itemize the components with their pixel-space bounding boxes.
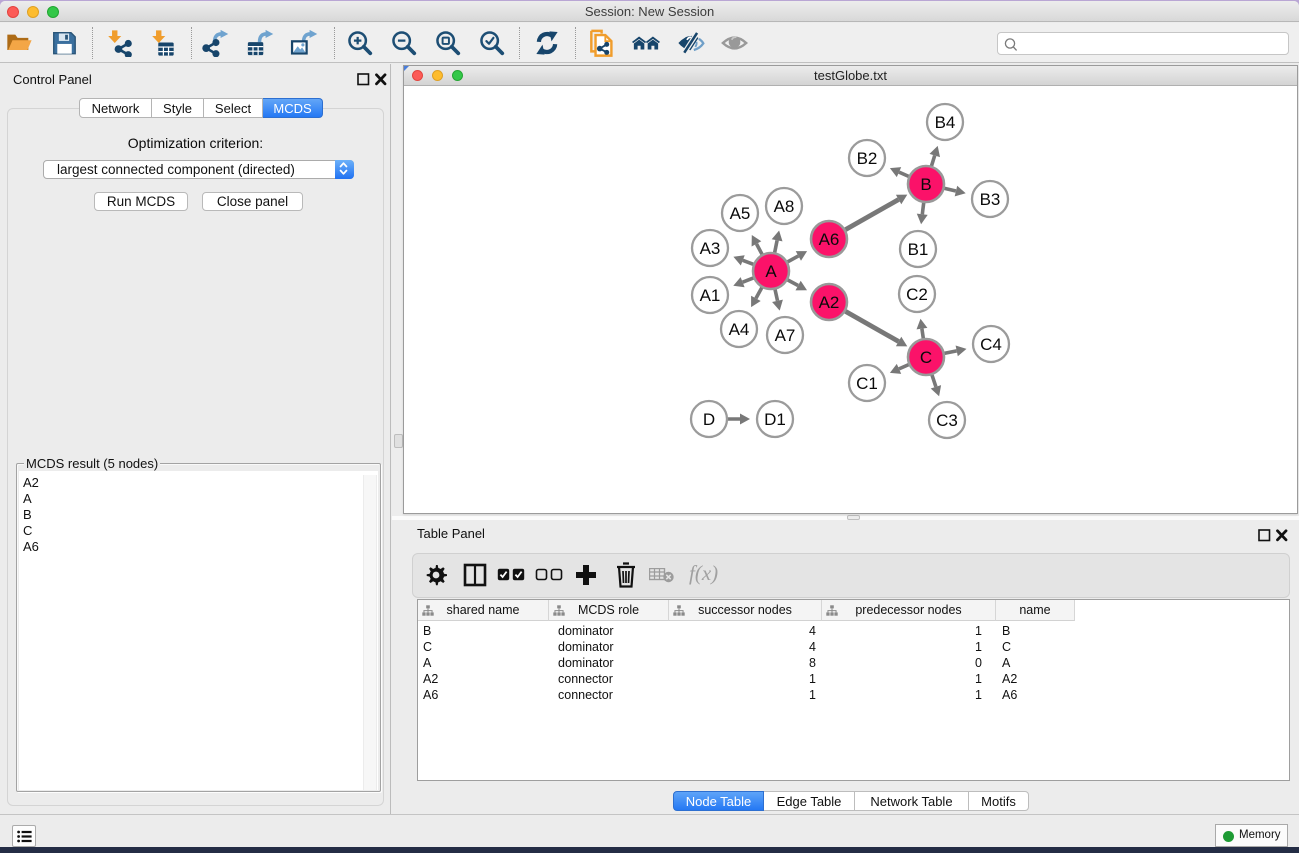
svg-text:C2: C2 (906, 285, 928, 304)
svg-text:A5: A5 (730, 204, 751, 223)
svg-text:D1: D1 (764, 410, 786, 429)
svg-text:A3: A3 (700, 239, 721, 258)
svg-text:B4: B4 (935, 113, 956, 132)
svg-text:C: C (920, 348, 932, 367)
svg-text:C1: C1 (856, 374, 878, 393)
svg-text:A2: A2 (819, 293, 840, 312)
svg-text:D: D (703, 410, 715, 429)
svg-text:A7: A7 (775, 326, 796, 345)
svg-text:C3: C3 (936, 411, 958, 430)
svg-text:B3: B3 (980, 190, 1001, 209)
svg-text:B: B (920, 175, 931, 194)
svg-text:A8: A8 (774, 197, 795, 216)
svg-text:A: A (765, 262, 777, 281)
svg-text:B2: B2 (857, 149, 878, 168)
svg-text:A6: A6 (819, 230, 840, 249)
svg-text:A1: A1 (700, 286, 721, 305)
svg-text:C4: C4 (980, 335, 1002, 354)
svg-text:B1: B1 (908, 240, 929, 259)
svg-text:A4: A4 (729, 320, 750, 339)
